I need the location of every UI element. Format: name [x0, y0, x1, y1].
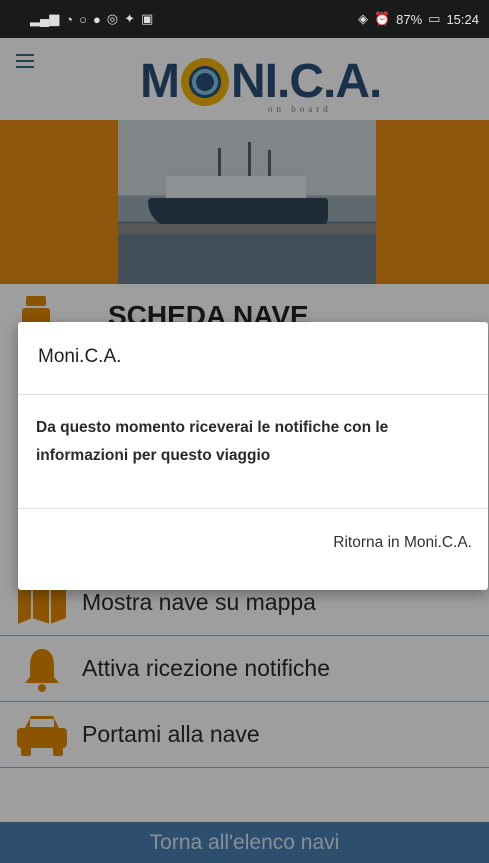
twitter-icon: ✦ — [124, 11, 136, 26]
vibrate-icon: ◈ — [357, 11, 368, 26]
instagram-icon: ◎ — [106, 11, 119, 26]
circle-icon: ○ — [79, 11, 87, 27]
status-icons-right: ◈ ⏰ 87% ▭ 15:24 — [358, 11, 479, 27]
status-bar: ▂▄▆ ◔ ○ ● ◎ ✦ ▣ ◈ ⏰ 87% ▭ 15:24 — [0, 0, 489, 38]
status-icons-left: ▂▄▆ ◔ ○ ● ◎ ✦ ▣ — [30, 11, 153, 27]
alarm-icon: ⏰ — [373, 11, 391, 26]
wifi-icon: ◔ — [65, 11, 74, 27]
signal-icon: ▂▄▆ — [30, 11, 60, 26]
return-to-app-button[interactable]: Ritorna in Moni.C.A. — [333, 534, 472, 552]
dialog-divider — [18, 508, 488, 509]
gallery-icon: ▣ — [141, 11, 154, 26]
dialog-message: Da questo momento riceverai le notifiche… — [36, 419, 389, 464]
clock: 15:24 — [446, 11, 479, 27]
dialog-divider — [18, 394, 488, 395]
dialog-title: Moni.C.A. — [38, 346, 122, 367]
battery-icon: ▭ — [428, 11, 441, 26]
opera-icon: ● — [92, 11, 101, 27]
battery-percent: 87% — [396, 11, 423, 27]
notification-dialog: Moni.C.A. Da questo momento riceverai le… — [18, 322, 488, 590]
